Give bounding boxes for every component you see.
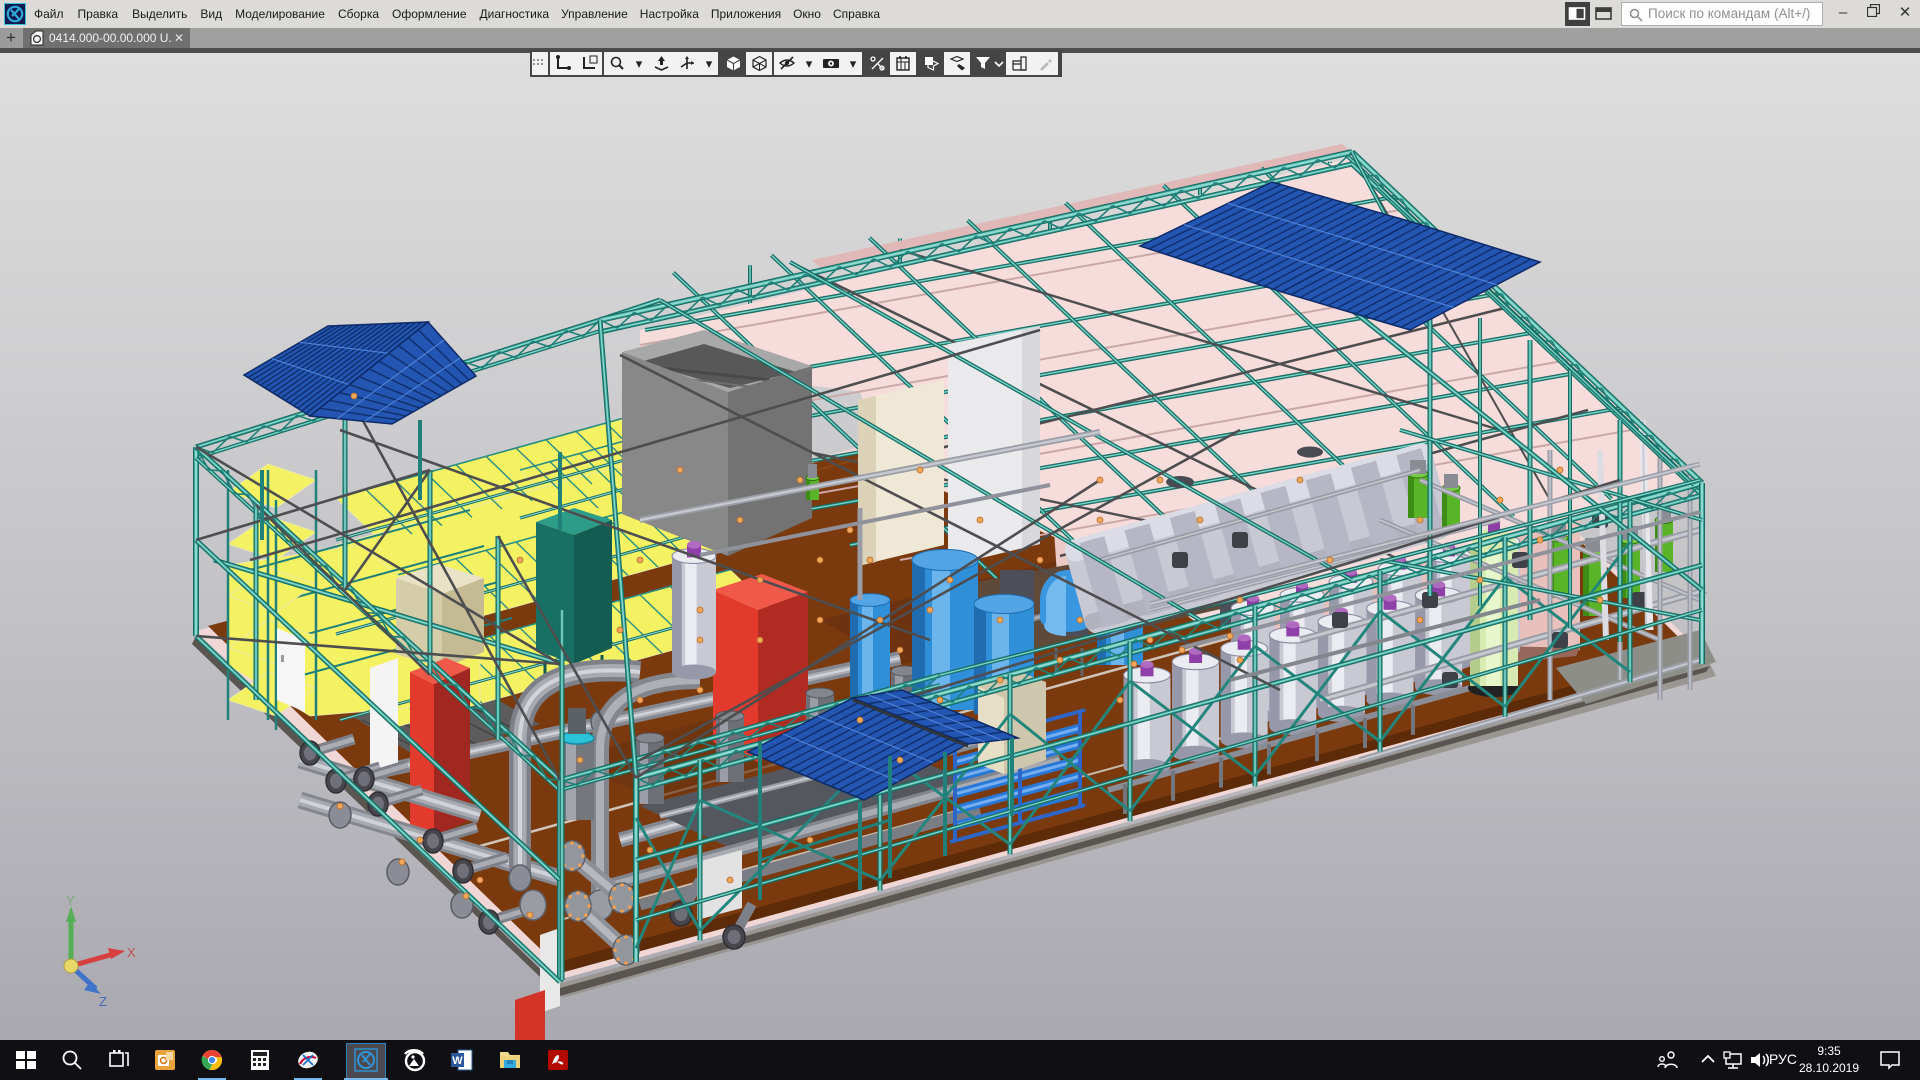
svg-text:X: X [127,945,136,960]
svg-text:W: W [452,1055,463,1067]
svg-text:Y: Y [66,893,75,908]
svg-text:Z: Z [99,994,107,1009]
